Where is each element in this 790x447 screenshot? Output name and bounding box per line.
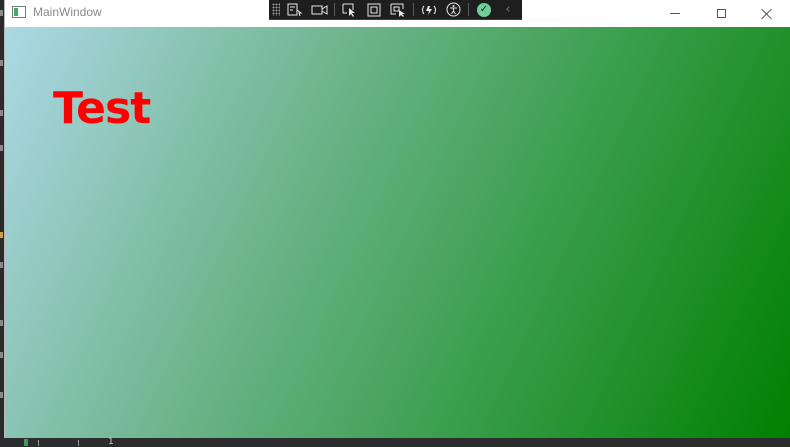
track-focus-icon[interactable] [388,1,408,18]
window-content: Test [5,27,790,438]
test-label: Test [53,83,151,134]
margin-mark [0,262,3,268]
select-element-icon[interactable] [340,1,360,18]
margin-mark [0,232,3,238]
margin-mark [0,392,3,398]
margin-mark [0,60,3,66]
close-icon [761,8,773,20]
live-visual-tree-icon[interactable] [285,1,305,18]
xaml-debug-toolbar: ✓ ‹ [269,0,522,20]
minimize-icon [670,13,680,14]
editor-status-strip [0,438,790,446]
checkmark-icon: ✓ [477,2,491,17]
close-button[interactable] [744,0,790,27]
toolbar-separator [334,3,335,16]
margin-mark [0,145,3,151]
toolbar-separator [413,3,414,16]
margin-mark [0,110,3,116]
display-layout-adorners-icon[interactable] [364,1,384,18]
maximize-button[interactable] [698,0,744,27]
status-tick [38,440,39,446]
record-icon[interactable] [309,1,329,18]
toolbar-separator [468,3,469,16]
minimize-button[interactable] [652,0,698,27]
line-number: 1 [108,437,114,447]
binding-check-icon[interactable]: ✓ [474,1,494,18]
accessibility-icon[interactable] [443,1,463,18]
grip-icon[interactable] [272,3,280,16]
hot-reload-icon[interactable] [419,1,439,18]
margin-mark [0,320,3,326]
status-tick [78,440,79,446]
main-window: MainWindow Test [5,0,790,438]
status-indicator [24,439,28,446]
maximize-icon [716,9,726,18]
collapse-chevron-icon[interactable]: ‹ [498,1,518,18]
window-title: MainWindow [33,5,102,19]
app-window-icon [12,6,26,18]
margin-mark [0,10,3,16]
margin-mark [0,352,3,358]
